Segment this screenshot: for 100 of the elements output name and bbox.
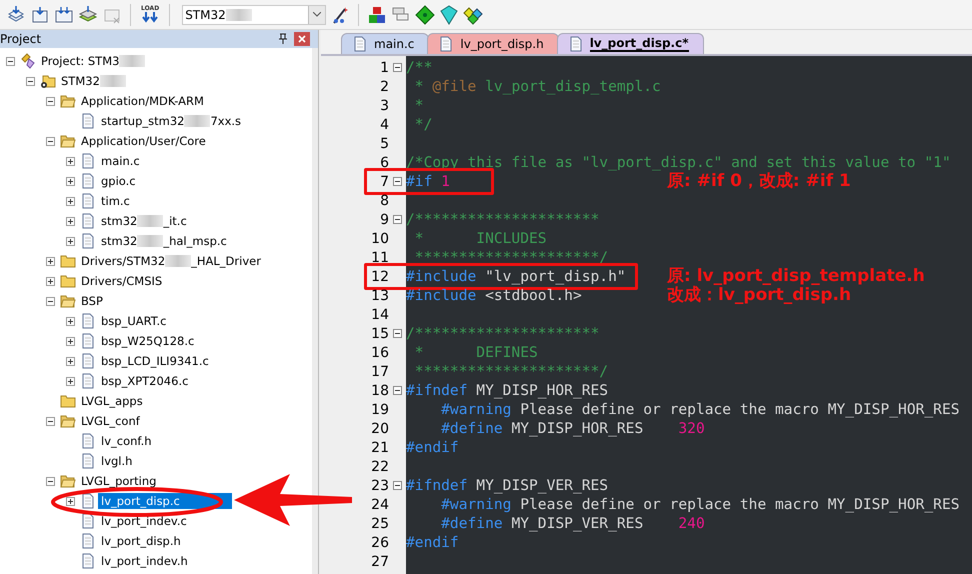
annotation-text: 改成：lv_port_disp.h: [667, 286, 852, 305]
collapse-toggle[interactable]: [46, 136, 55, 146]
tree-item[interactable]: LVGL_apps: [78, 393, 146, 409]
file-tab[interactable]: lv_port_disp.h: [427, 33, 559, 54]
open-folder-icon: [60, 293, 76, 309]
line-number: 25: [370, 516, 389, 532]
code-line: #define MY_DISP_VER_RES 240: [440, 515, 705, 532]
fold-toggle[interactable]: [393, 63, 402, 72]
code-line: #ifndef MY_DISP_HOR_RES: [406, 382, 608, 399]
tree-item[interactable]: Project: STM3: [38, 53, 148, 69]
expand-toggle[interactable]: [66, 496, 75, 506]
expand-toggle[interactable]: [66, 196, 75, 206]
collapse-toggle[interactable]: [6, 56, 15, 66]
expand-toggle[interactable]: [46, 256, 55, 266]
batch-download-icon[interactable]: [54, 4, 74, 24]
line-number: 3: [379, 98, 389, 114]
multi-diamond-icon[interactable]: [463, 4, 484, 24]
line-number: 17: [370, 364, 389, 380]
tree-item[interactable]: stm32 _it.c: [98, 213, 190, 229]
fold-toggle[interactable]: [393, 177, 402, 186]
tree-item[interactable]: BSP: [78, 293, 106, 309]
expand-toggle[interactable]: [66, 356, 75, 366]
folder-icon: [60, 273, 76, 289]
expand-toggle[interactable]: [66, 236, 75, 246]
expand-toggle[interactable]: [66, 336, 75, 346]
expand-toggle[interactable]: [46, 276, 55, 286]
tree-item[interactable]: bsp_UART.c: [98, 313, 170, 329]
tree-item[interactable]: main.c: [98, 153, 143, 169]
plus-icon: [47, 258, 54, 264]
expand-toggle[interactable]: [66, 156, 75, 166]
code-line: #if 1: [406, 173, 450, 190]
minus-icon: [394, 64, 401, 71]
blocks-icon[interactable]: [367, 4, 388, 24]
tree-item[interactable]: LVGL_porting: [78, 473, 160, 489]
funnel-icon[interactable]: [439, 4, 460, 24]
code-line: * DEFINES: [414, 344, 538, 361]
tree-item[interactable]: Application/User/Core: [78, 133, 209, 149]
collapse-toggle[interactable]: [46, 96, 55, 106]
tree-item[interactable]: lvgl.h: [98, 453, 136, 469]
line-number: 24: [370, 496, 389, 512]
tree-item[interactable]: bsp_XPT2046.c: [98, 373, 192, 389]
folder-icon: [60, 393, 76, 409]
expand-toggle[interactable]: [66, 176, 75, 186]
minus-icon: [394, 387, 401, 394]
tree-item[interactable]: bsp_W25Q128.c: [98, 333, 198, 349]
tree-item[interactable]: lv_port_indev.c: [98, 513, 190, 529]
plus-icon: [67, 358, 74, 364]
tree-item[interactable]: lv_port_disp.h: [98, 533, 184, 549]
fold-toggle[interactable]: [393, 215, 402, 224]
tree-item[interactable]: tim.c: [98, 193, 133, 209]
diamond-icon[interactable]: [415, 4, 436, 24]
expand-toggle[interactable]: [66, 216, 75, 226]
code-line: #warning Please define or replace the macro MY_DISP_HOR_RES: [440, 401, 960, 418]
expand-toggle[interactable]: [66, 376, 75, 386]
collapse-toggle[interactable]: [26, 76, 35, 86]
line-number: 1: [379, 60, 389, 76]
line-number: 12: [370, 268, 389, 284]
target-dropdown[interactable]: STM32: [182, 4, 326, 24]
expand-toggle[interactable]: [66, 316, 75, 326]
collapse-toggle[interactable]: [46, 296, 55, 306]
file-icon: [80, 373, 96, 389]
file-tab[interactable]: lv_port_disp.c*: [556, 33, 704, 54]
tree-item[interactable]: gpio.c: [98, 173, 139, 189]
tree-item[interactable]: startup_stm32 7xx.s: [98, 113, 244, 129]
file-icon: [80, 233, 96, 249]
line-number: 9: [379, 212, 389, 228]
file-icon: [352, 36, 368, 52]
file-tab[interactable]: main.c: [341, 33, 430, 54]
tree-item[interactable]: lv_conf.h: [98, 433, 155, 449]
collapse-toggle[interactable]: [46, 476, 55, 486]
file-icon: [80, 553, 96, 569]
file-icon: [80, 493, 96, 509]
tree-item[interactable]: Application/MDK-ARM: [78, 93, 207, 109]
code-line: #endif: [406, 439, 459, 456]
tree-item[interactable]: Drivers/CMSIS: [78, 273, 166, 289]
tree-item[interactable]: Drivers/STM32 _HAL_Driver: [78, 253, 264, 269]
tree-item[interactable]: lv_port_disp.c: [98, 493, 232, 509]
file-icon: [80, 173, 96, 189]
line-number: 4: [379, 116, 389, 132]
line-number: 23: [370, 478, 389, 494]
plus-icon: [67, 378, 74, 384]
pin-icon[interactable]: [278, 33, 288, 45]
close-button[interactable]: [294, 32, 310, 46]
fold-toggle[interactable]: [393, 481, 402, 490]
project-icon: [20, 53, 36, 69]
tree-item[interactable]: bsp_LCD_ILI9341.c: [98, 353, 212, 369]
file-icon: [80, 333, 96, 349]
stack-download-icon[interactable]: [6, 4, 26, 24]
tree-item[interactable]: LVGL_conf: [78, 413, 143, 429]
code-line: *********************/: [414, 249, 608, 266]
fold-toggle[interactable]: [393, 329, 402, 338]
tree-item[interactable]: stm32 _hal_msp.c: [98, 233, 230, 249]
file-icon: [80, 313, 96, 329]
chip-download-icon[interactable]: [30, 4, 50, 24]
line-number: 20: [370, 420, 389, 436]
tree-item[interactable]: STM32: [58, 73, 129, 89]
fold-toggle[interactable]: [393, 386, 402, 395]
layers-icon[interactable]: [78, 4, 98, 24]
collapse-toggle[interactable]: [46, 416, 55, 426]
tree-item[interactable]: lv_port_indev.h: [98, 553, 191, 569]
